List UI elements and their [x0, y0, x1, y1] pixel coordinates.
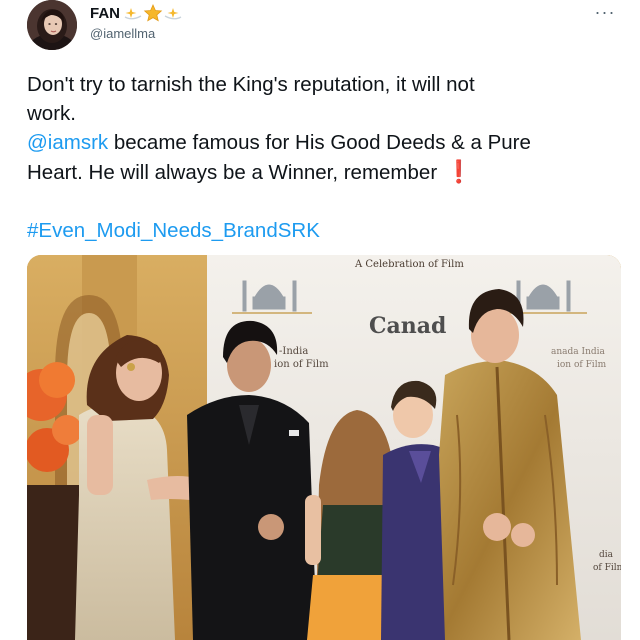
backdrop-right-text-2: ion of Film	[557, 360, 607, 370]
backdrop-banner-text: A Celebration of Film	[354, 259, 464, 270]
tweet-line-hashtag: #Even_Modi_Needs_BrandSRK	[27, 216, 627, 245]
more-icon: ···	[594, 2, 616, 22]
event-photo: A Celebration of Film Canad -India ion o…	[27, 255, 621, 640]
sparkle-star-icon	[164, 8, 182, 20]
backdrop-right-text-3: dia	[599, 550, 614, 560]
tweet-line-4-text: Heart. He will always be a Winner, remem…	[27, 161, 438, 184]
avatar[interactable]	[27, 0, 77, 50]
backdrop-left-text-2: ion of Film	[274, 359, 329, 370]
sparkle-star-icon	[124, 8, 142, 20]
exclamation-icon: ❗	[445, 159, 473, 184]
tweet-line-4: Heart. He will always be a Winner, remem…	[27, 157, 627, 187]
avatar-image	[27, 0, 77, 50]
name-emoji-strip	[123, 4, 183, 22]
tweet-text: Don't try to tarnish the King's reputati…	[27, 70, 627, 245]
tweet-line-3: @iamsrk became famous for His Good Deeds…	[27, 128, 627, 157]
backdrop-center-text: Canad	[369, 313, 446, 339]
hashtag-link[interactable]: #Even_Modi_Needs_BrandSRK	[27, 219, 320, 242]
tweet-photo[interactable]: A Celebration of Film Canad -India ion o…	[27, 255, 621, 640]
backdrop-right-text-4: of Film	[593, 563, 621, 573]
display-name[interactable]: FAN	[90, 5, 120, 22]
backdrop-right-text-1: anada India	[551, 347, 606, 357]
backdrop-left-text-1: -India	[279, 346, 308, 357]
more-options-button[interactable]: ···	[592, 3, 618, 21]
author-name-row[interactable]: FAN	[90, 3, 183, 23]
author-handle[interactable]: @iamellma	[90, 26, 155, 41]
glowing-star-icon	[143, 4, 163, 22]
tweet-line-3-text: became famous for His Good Deeds & a Pur…	[108, 131, 531, 154]
tweet-line-2: work.	[27, 102, 76, 125]
tweet-card: FAN @iamellma ··· Don't try to tarnish t…	[0, 0, 640, 640]
mention-link[interactable]: @iamsrk	[27, 131, 108, 154]
tweet-line-1: Don't try to tarnish the King's reputati…	[27, 73, 475, 96]
